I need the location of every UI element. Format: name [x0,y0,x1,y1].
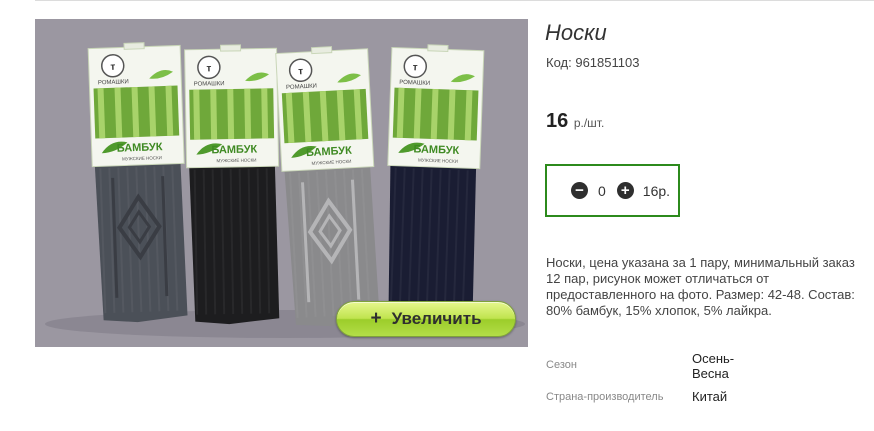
property-value-line: Весна [692,366,729,381]
minus-icon[interactable]: − [571,182,588,199]
zoom-button[interactable]: + Увеличить [336,301,516,337]
property-value: Осень- Весна [692,349,866,381]
sock-pack: тРОМАШКИБАМБУКМУЖСКИЕ НОСКИ [387,44,485,324]
svg-text:БАМБУК: БАМБУК [413,143,459,157]
code-value: 961851103 [575,55,640,70]
svg-text:т: т [298,66,304,77]
property-row-season: Сезон Осень- Весна [546,349,866,381]
price: 16 р./шт. [546,110,604,133]
svg-text:БАМБУК: БАМБУК [117,141,163,155]
zoom-button-label: Увеличить [391,309,482,328]
svg-text:БАМБУК: БАМБУК [306,145,353,159]
property-value: Китай [692,389,728,404]
svg-text:РОМАШКИ: РОМАШКИ [98,79,129,86]
sock-pack: тРОМАШКИБАМБУКМУЖСКИЕ НОСКИ [87,42,188,323]
product-code: Код: 961851103 [546,55,639,70]
sock-pack: т РОМАШКИ БАМБУКМУЖСКИЕ НОСКИ [184,44,280,325]
price-unit: р./шт. [573,116,605,130]
property-label: Сезон [546,359,577,371]
properties-table: Сезон Осень- Весна Страна-производитель … [546,349,866,404]
svg-text:БАМБУК: БАМБУК [211,144,257,157]
svg-text:т: т [110,62,115,73]
quantity-value[interactable]: 0 [598,183,606,199]
product-title: Носки [545,20,607,45]
property-value-line: Осень- [692,351,735,366]
property-label: Страна-производитель [546,391,664,403]
svg-text:т: т [413,62,418,73]
svg-text:РОМАШКИ: РОМАШКИ [194,81,225,88]
svg-text:МУЖСКИЕ НОСКИ: МУЖСКИЕ НОСКИ [216,158,256,164]
quantity-stepper: − 0 + 16р. [545,164,680,217]
socks-illustration: тРОМАШКИБАМБУКМУЖСКИЕ НОСКИтРОМАШКИБАМБУ… [35,19,528,347]
product-photo[interactable]: т РОМАШКИ БАМБУК МУЖСКИЕ НОСКИ т РОМАШКИ БАМБУ… [35,19,528,347]
code-label: Код: [546,55,572,70]
top-divider [35,0,874,1]
quantity-total: 16р. [642,182,671,199]
plus-icon: + [370,308,382,329]
property-row-country: Страна-производитель Китай [546,381,866,404]
product-description: Носки, цена указана за 1 пару, минимальн… [546,255,855,318]
price-value: 16 [546,110,569,132]
svg-text:т: т [206,63,211,74]
plus-circle-icon[interactable]: + [616,182,634,199]
svg-text:РОМАШКИ: РОМАШКИ [399,80,430,87]
